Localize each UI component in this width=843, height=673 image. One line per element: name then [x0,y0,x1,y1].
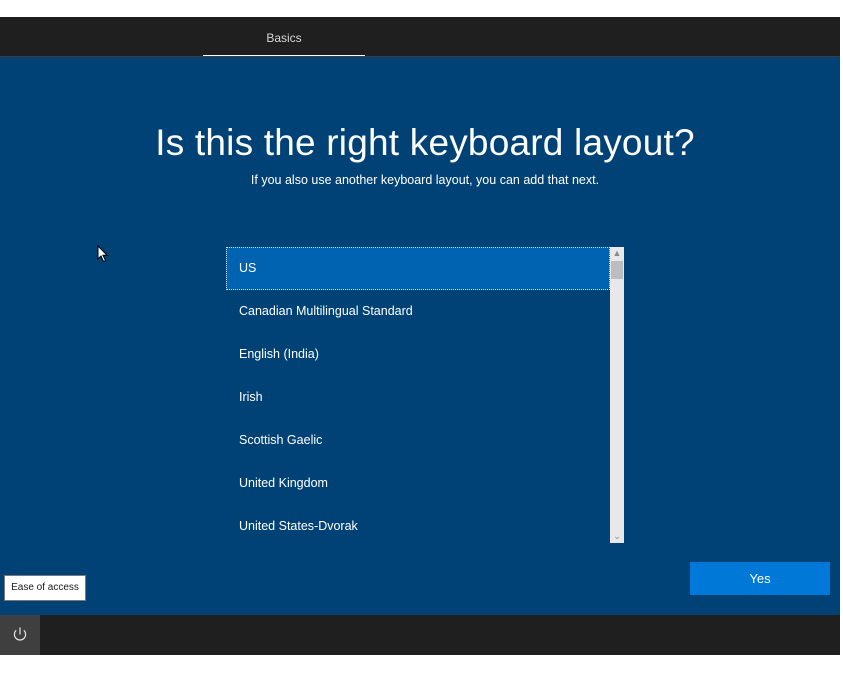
list-item[interactable]: Scottish Gaelic [226,419,610,462]
list-item-label: US [239,261,257,275]
page-subtitle: If you also use another keyboard layout,… [250,173,600,187]
tab-basics: Basics [203,17,365,57]
scroll-up-icon[interactable]: ▲ [610,247,624,260]
ease-of-access-button[interactable]: Ease of access [4,575,86,601]
page-title: Is this the right keyboard layout? [155,122,695,163]
list-item[interactable]: US [226,247,610,290]
topbar-divider [0,56,840,57]
list-item[interactable]: United States-Dvorak [226,505,610,543]
list-scrollbar[interactable]: ▲ ⌄ [610,247,624,543]
list-item[interactable]: English (India) [226,333,610,376]
mouse-pointer-icon [97,245,109,263]
scrollbar-thumb[interactable] [611,261,623,279]
top-bar: Basics [0,17,840,57]
list-item-label: United Kingdom [239,476,328,490]
list-item-label: English (India) [239,347,319,361]
list-item-label: Canadian Multilingual Standard [239,304,413,318]
list-item-label: United States-Dvorak [239,519,358,533]
list-item[interactable]: Irish [226,376,610,419]
power-icon [13,627,27,641]
list-item[interactable]: United Kingdom [226,462,610,505]
list-item-label: Irish [239,390,263,404]
scroll-down-icon[interactable]: ⌄ [610,530,624,543]
list-item-label: Scottish Gaelic [239,433,323,447]
setup-window: Basics Is this the right keyboard layout… [0,17,840,655]
power-button[interactable] [0,615,40,655]
tab-basics-label: Basics [266,31,302,45]
yes-button[interactable]: Yes [690,562,830,595]
keyboard-layout-list[interactable]: US Canadian Multilingual Standard Englis… [226,247,624,543]
bottom-bar [0,615,840,655]
list-item[interactable]: Canadian Multilingual Standard [226,290,610,333]
